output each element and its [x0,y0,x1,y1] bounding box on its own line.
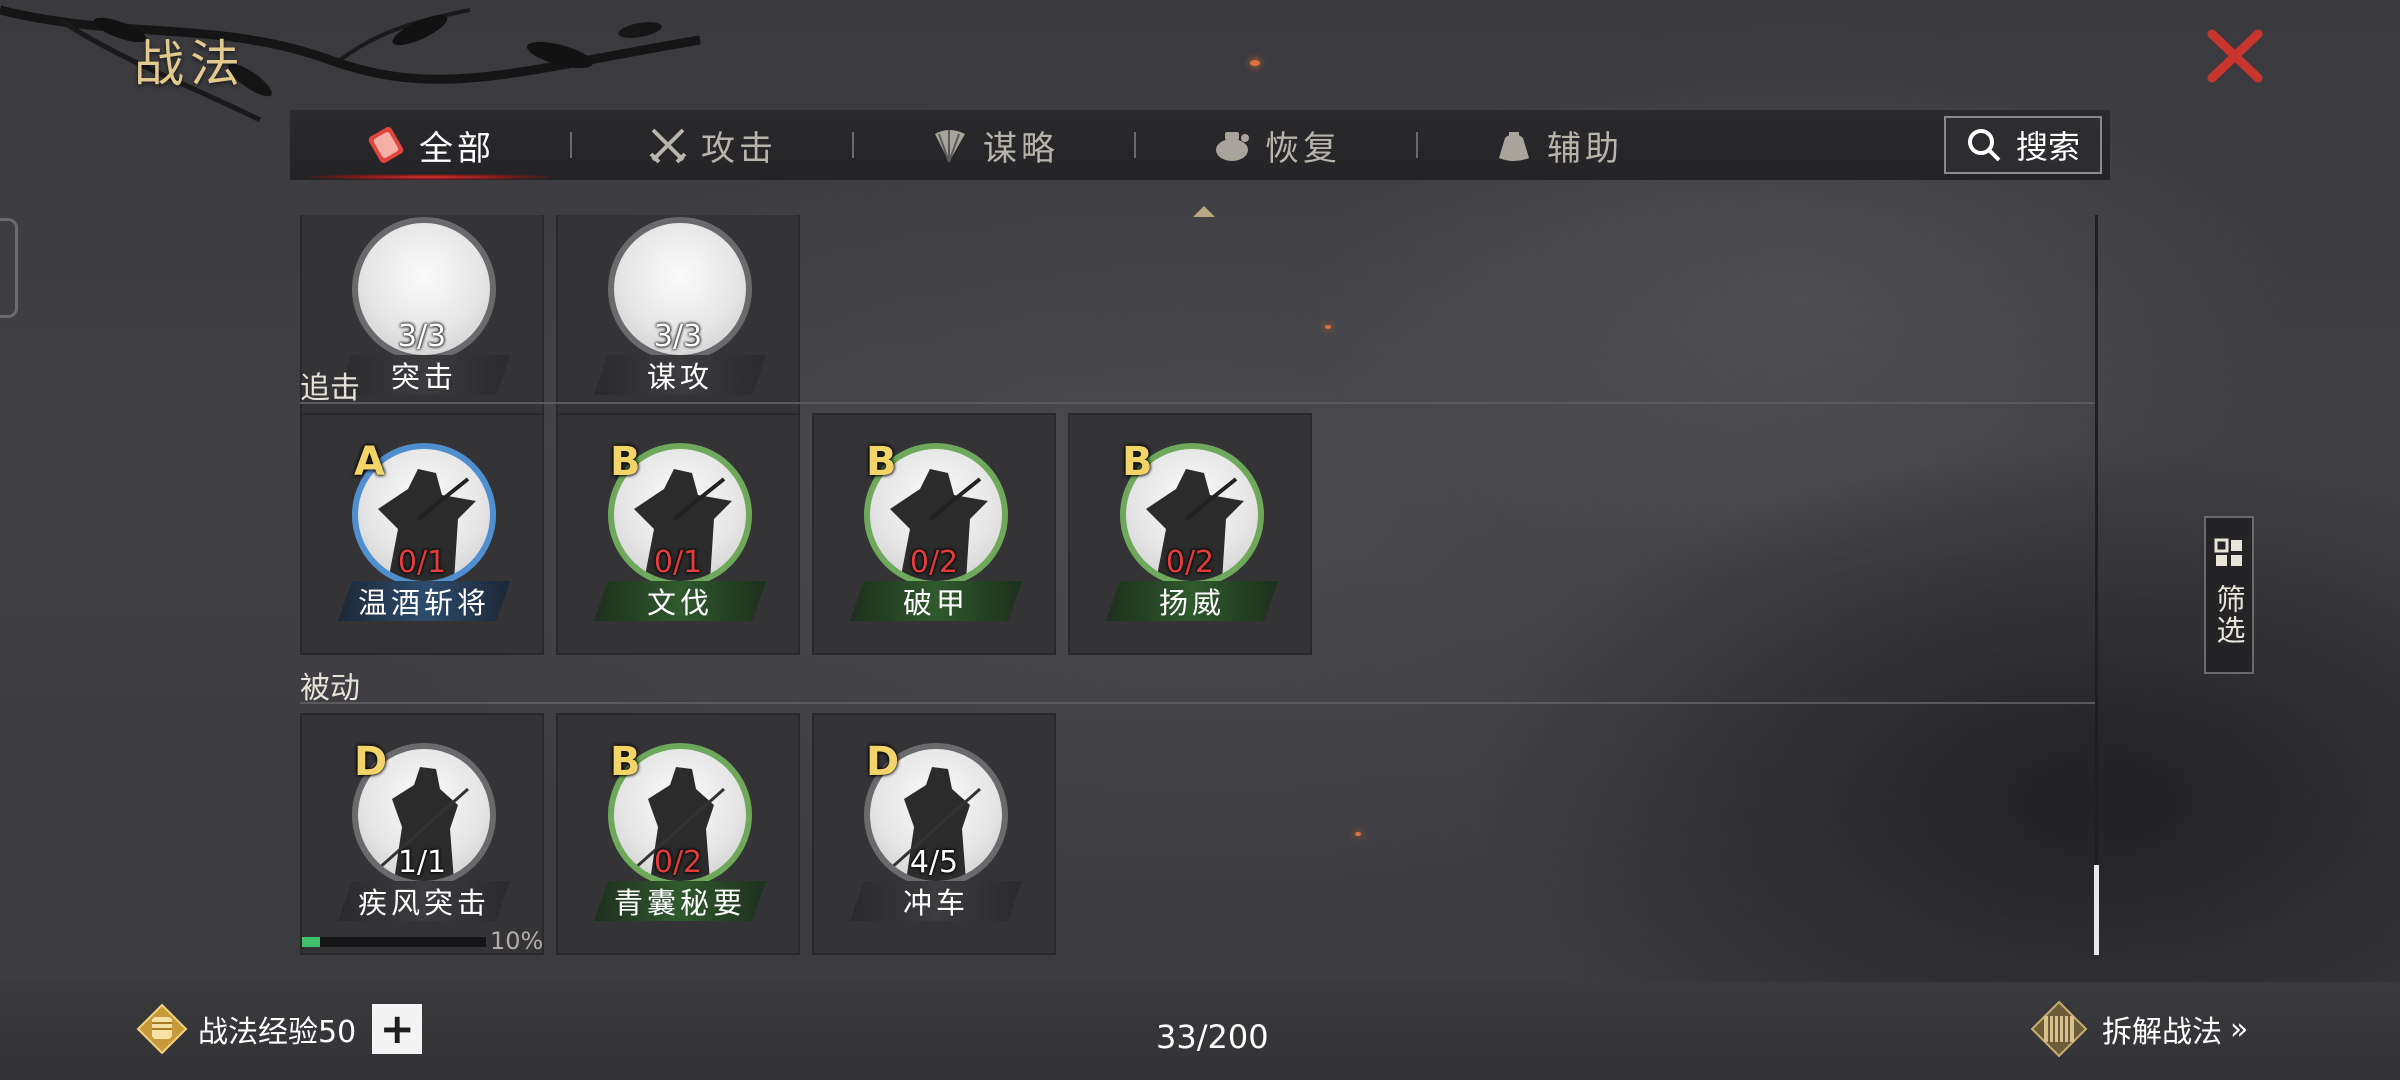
tactic-name: 冲车 [850,881,1022,921]
section-label-passive: 被动 [300,671,360,706]
scrollbar-thumb[interactable] [2094,865,2099,955]
tactic-card[interactable]: B 0/2 青囊秘要 [556,713,800,955]
tactic-progress-bar [302,937,486,947]
tab-recover-label: 恢复 [1265,128,1341,169]
filter-label: 筛选 [2212,584,2246,646]
tactic-count: 1/1 [397,845,447,880]
tactic-name: 扬威 [1106,581,1278,621]
tactic-capacity: 33/200 [1156,1018,1269,1056]
tactic-grade: B [610,739,641,785]
bottom-bar: 战法经验50 + 33/200 拆解战法 » [0,982,2400,1080]
tactic-count: 3/3 [653,319,703,354]
page-title: 战法 [134,35,246,93]
tactic-card[interactable]: 3/3 谋攻 [556,215,800,429]
crossed-swords-icon [647,124,689,166]
tab-attack-label: 攻击 [701,128,777,169]
filter-button[interactable]: 筛选 [2204,516,2254,674]
tactic-name: 青囊秘要 [594,881,766,921]
tactic-card[interactable]: B 0/2 破甲 [812,413,1056,655]
tactic-name: 突击 [338,355,510,395]
tactics-list[interactable]: 3/3 突击 3/3 谋攻 追击 A 0/1 温酒斩将 B 0/1 文伐 B 0… [300,215,2100,960]
grid-filter-icon [2214,538,2242,566]
strategy-fan-icon [929,124,971,166]
tactic-name: 温酒斩将 [338,581,510,621]
tactic-card[interactable]: B 0/2 扬威 [1068,413,1312,655]
double-chevron-right-icon: » [2230,1011,2249,1047]
progress-fill [302,937,321,947]
tactic-name: 疾风突击 [338,881,510,921]
tactic-count: 0/2 [653,845,703,880]
tactic-count: 0/2 [1165,545,1215,580]
tab-recover[interactable]: 恢复 [1136,110,1416,180]
tactic-exp: 战法经验50 + [136,1000,423,1058]
tactic-card[interactable]: B 0/1 文伐 [556,413,800,655]
tactic-grade: B [610,439,641,485]
decompose-label: 拆解战法 [2102,1015,2222,1050]
tab-support-label: 辅助 [1547,128,1623,169]
decompose-button[interactable]: 拆解战法 » [2030,1000,2249,1058]
section-label-pursuit: 追击 [300,371,360,406]
search-label: 搜索 [2015,128,2080,166]
ember-particle [1250,60,1260,66]
close-button[interactable] [2200,26,2270,86]
tactic-grade: A [354,439,385,485]
tactic-grade: B [866,439,897,485]
tab-strategy[interactable]: 谋略 [854,110,1134,180]
exp-label: 战法经验50 [198,1015,357,1050]
tab-attack[interactable]: 攻击 [572,110,852,180]
search-button[interactable]: 搜索 [1944,116,2102,174]
tactic-name: 文伐 [594,581,766,621]
tactic-grade: B [1122,439,1153,485]
exp-fist-icon [136,1003,188,1055]
tactic-card[interactable]: D 4/5 冲车 [812,713,1056,955]
all-scroll-icon [365,124,407,166]
tactic-grade: D [866,739,900,785]
search-icon [1967,129,2001,162]
tactic-card[interactable]: D 1/1 疾风突击 10% [300,713,544,955]
tab-strategy-label: 谋略 [983,128,1059,169]
tactic-card[interactable]: A 0/1 温酒斩将 [300,413,544,655]
tactic-progress-label: 10% [490,927,544,955]
tab-all-label: 全部 [419,128,495,169]
tactic-name: 破甲 [850,581,1022,621]
tab-support[interactable]: 辅助 [1418,110,1698,180]
tactic-count: 0/2 [909,545,959,580]
section-divider [300,402,2095,404]
support-bag-icon [1493,124,1535,166]
section-divider [300,702,2095,704]
category-tab-bar: 全部 攻击 谋略 恢复 辅助 搜索 [290,110,2110,180]
left-drawer-handle[interactable] [0,218,18,318]
scrollbar-track[interactable] [2095,215,2098,955]
tab-all[interactable]: 全部 [290,110,570,180]
tactic-count: 3/3 [397,319,447,354]
tactic-count: 0/1 [397,545,447,580]
scroll-bundle-icon [2030,1000,2088,1058]
recover-pot-icon [1211,124,1253,166]
add-exp-button[interactable]: + [372,1004,423,1054]
tactic-count: 4/5 [909,845,959,880]
tactic-grade: D [354,739,388,785]
tactic-name: 谋攻 [594,355,766,395]
tactic-count: 0/1 [653,545,703,580]
